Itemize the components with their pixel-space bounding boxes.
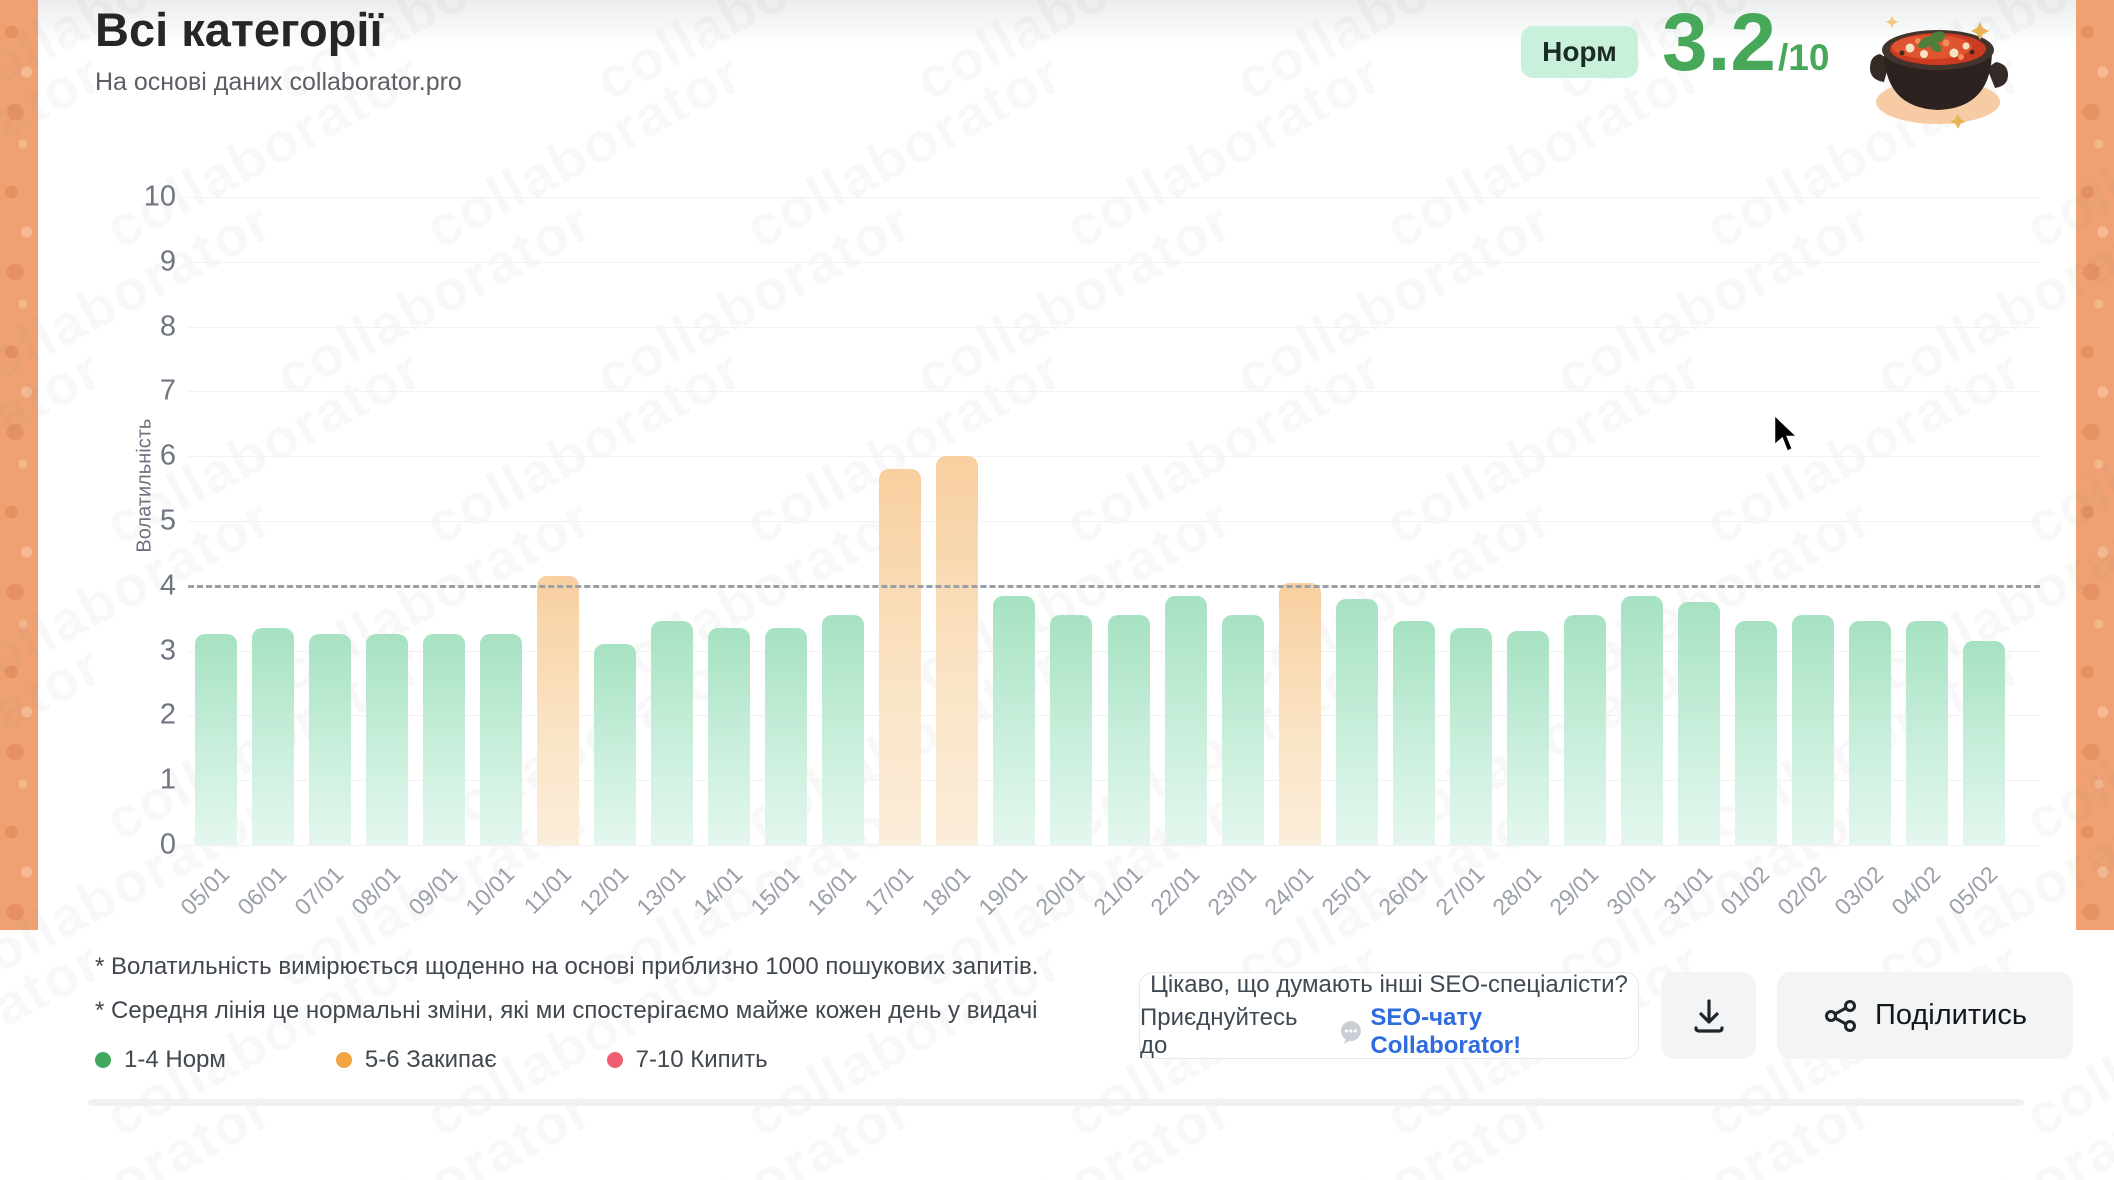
y-axis-tick: 8 xyxy=(108,310,176,343)
bar-17/01[interactable] xyxy=(879,469,921,845)
page-title: Всі категорії xyxy=(95,2,383,57)
legend-label: 5-6 Закипає xyxy=(365,1046,497,1074)
bar-27/01[interactable] xyxy=(1450,628,1492,845)
y-axis-tick: 7 xyxy=(108,375,176,408)
y-axis-tick: 4 xyxy=(108,569,176,602)
bars-container xyxy=(195,197,2005,845)
bar-26/01[interactable] xyxy=(1393,621,1435,845)
bar-06/01[interactable] xyxy=(252,628,294,845)
y-axis-tick: 10 xyxy=(108,181,176,214)
volatility-widget: collaboratorcollaboratorcollaboratorcoll… xyxy=(0,0,2114,1180)
cta-question: Цікаво, що думають інші SEO-спеціалісти? xyxy=(1150,971,1628,999)
chart-legend: 1-4 Норм 5-6 Закипає 7-10 Кипить xyxy=(95,1046,768,1074)
bar-02/02[interactable] xyxy=(1792,615,1834,845)
average-dashed-line xyxy=(188,585,2040,588)
borscht-pot-icon xyxy=(1862,2,2014,130)
bar-22/01[interactable] xyxy=(1165,596,1207,845)
legend-item[interactable]: 7-10 Кипить xyxy=(607,1046,768,1074)
status-badge: Норм xyxy=(1521,26,1638,78)
bar-28/01[interactable] xyxy=(1507,631,1549,845)
legend-dot xyxy=(336,1052,352,1068)
y-axis-tick: 3 xyxy=(108,634,176,667)
legend-label: 7-10 Кипить xyxy=(636,1046,768,1074)
bar-29/01[interactable] xyxy=(1564,615,1606,845)
bar-01/02[interactable] xyxy=(1735,621,1777,845)
y-axis-tick: 0 xyxy=(108,829,176,862)
bar-13/01[interactable] xyxy=(651,621,693,845)
legend-label: 1-4 Норм xyxy=(124,1046,226,1074)
bar-05/01[interactable] xyxy=(195,634,237,845)
legend-dot xyxy=(607,1052,623,1068)
bar-20/01[interactable] xyxy=(1050,615,1092,845)
seo-chat-cta: Цікаво, що думають інші SEO-спеціалісти?… xyxy=(1139,972,1639,1059)
page-subtitle: На основі даних collaborator.pro xyxy=(95,68,462,97)
download-button[interactable] xyxy=(1661,972,1756,1059)
bar-14/01[interactable] xyxy=(708,628,750,845)
footer-divider xyxy=(88,1099,2024,1106)
bar-18/01[interactable] xyxy=(936,456,978,845)
bar-05/02[interactable] xyxy=(1963,641,2005,845)
score-value: 3.2 xyxy=(1662,0,1776,86)
bar-25/01[interactable] xyxy=(1336,599,1378,845)
bar-15/01[interactable] xyxy=(765,628,807,845)
bar-30/01[interactable] xyxy=(1621,596,1663,845)
share-icon xyxy=(1823,998,1859,1034)
bar-19/01[interactable] xyxy=(993,596,1035,845)
mouse-cursor xyxy=(1768,412,1808,456)
bar-04/02[interactable] xyxy=(1906,621,1948,845)
speech-bubble-icon xyxy=(1338,1019,1364,1045)
y-axis-tick: 2 xyxy=(108,699,176,732)
bar-10/01[interactable] xyxy=(480,634,522,845)
bar-12/01[interactable] xyxy=(594,644,636,845)
bar-23/01[interactable] xyxy=(1222,615,1264,845)
bar-31/01[interactable] xyxy=(1678,602,1720,845)
seo-chat-link[interactable]: SEO-чату Collaborator! xyxy=(1370,1004,1638,1060)
bar-09/01[interactable] xyxy=(423,634,465,845)
score-max: /10 xyxy=(1778,37,1829,79)
bar-21/01[interactable] xyxy=(1108,615,1150,845)
legend-item[interactable]: 1-4 Норм xyxy=(95,1046,226,1074)
download-icon xyxy=(1692,998,1726,1034)
bar-03/02[interactable] xyxy=(1849,621,1891,845)
cta-invite-line: Приєднуйтесь до SEO-чату Collaborator! xyxy=(1140,1004,1638,1060)
share-button[interactable]: Поділитись xyxy=(1777,972,2073,1059)
bar-08/01[interactable] xyxy=(366,634,408,845)
bar-07/01[interactable] xyxy=(309,634,351,845)
share-button-label: Поділитись xyxy=(1875,999,2027,1032)
volatility-bar-chart: Волатильність 01234567891005/0106/0107/0… xyxy=(188,197,2040,845)
bar-24/01[interactable] xyxy=(1279,583,1321,845)
background-texture-left xyxy=(0,0,38,930)
cta-prefix: Приєднуйтесь до xyxy=(1140,1004,1331,1060)
footnote-2: * Середня лінія це нормальні зміни, які … xyxy=(95,997,1038,1025)
volatility-score: 3.2 /10 xyxy=(1662,0,1829,86)
y-axis-tick: 9 xyxy=(108,245,176,278)
bar-16/01[interactable] xyxy=(822,615,864,845)
y-axis-tick: 6 xyxy=(108,440,176,473)
y-axis-tick: 1 xyxy=(108,764,176,797)
gridline xyxy=(188,845,2040,846)
footnote-1: * Волатильність вимірюється щоденно на о… xyxy=(95,953,1038,981)
y-axis-tick: 5 xyxy=(108,505,176,538)
legend-dot xyxy=(95,1052,111,1068)
bar-11/01[interactable] xyxy=(537,576,579,845)
legend-item[interactable]: 5-6 Закипає xyxy=(336,1046,497,1074)
background-texture-right xyxy=(2076,0,2114,930)
